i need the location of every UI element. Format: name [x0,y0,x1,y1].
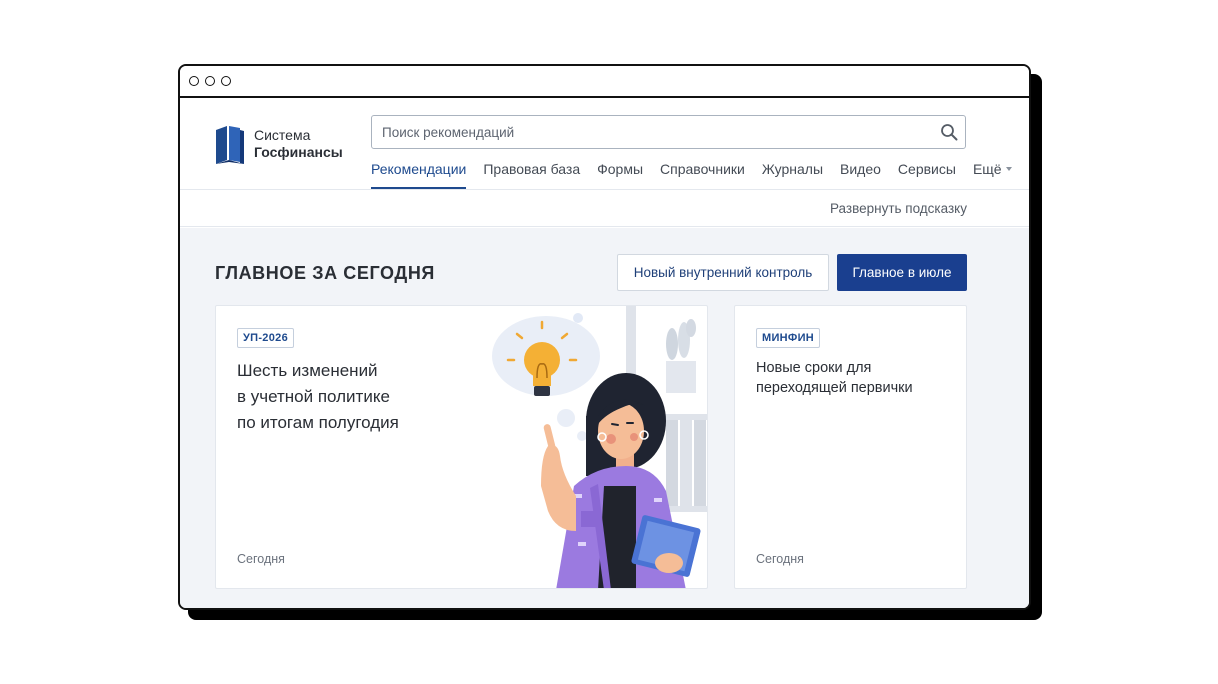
nav-more-label: Ещё [972,161,1002,177]
nav-item-more[interactable]: Ещё [973,161,1012,190]
search-box [371,115,966,149]
card-title[interactable]: Шесть изменений в учетной политике по ит… [237,358,457,436]
window-control-dot[interactable] [221,76,231,86]
nav-item-recommendations[interactable]: Рекомендации [371,161,467,190]
july-main-button[interactable]: Главное в июле [837,254,967,291]
main-content: ГЛАВНОЕ ЗА СЕГОДНЯ Новый внутренний конт… [180,228,1029,608]
nav-item-video[interactable]: Видео [840,161,881,190]
expand-hint-link[interactable]: Развернуть подсказку [830,201,967,216]
card-title-line: Шесть изменений [237,361,378,380]
chevron-down-icon [1005,167,1012,171]
card-title[interactable]: Новые сроки для переходящей первички [756,358,956,398]
card-date: Сегодня [756,552,804,566]
window-control-dot[interactable] [189,76,199,86]
section-title: ГЛАВНОЕ ЗА СЕГОДНЯ [215,263,435,283]
card-tag: МИНФИН [756,328,821,348]
card-date: Сегодня [237,552,285,566]
news-card[interactable]: МИНФИН Новые сроки для переходящей перви… [734,305,967,589]
card-title-line: в учетной политике [237,387,390,406]
logo-line-1: Система [254,127,311,143]
logo-text: Система Госфинансы [254,127,343,161]
site-header: Система Госфинансы Рекомендации Правовая… [180,98,1029,190]
woman-with-idea-illustration [492,306,707,588]
browser-window: Система Госфинансы Рекомендации Правовая… [178,64,1031,610]
window-control-dot[interactable] [205,76,215,86]
search-icon[interactable] [940,123,958,141]
search-input[interactable] [372,116,912,148]
logo-line-2: Госфинансы [254,144,343,160]
card-tag: УП-2026 [237,328,294,348]
nav-item-forms[interactable]: Формы [597,161,643,190]
nav-item-reference[interactable]: Справочники [660,161,745,190]
internal-control-button[interactable]: Новый внутренний контроль [617,254,829,291]
nav-item-journals[interactable]: Журналы [762,161,823,190]
news-card[interactable]: УП-2026 Шесть изменений в учетной полити… [215,305,708,589]
window-titlebar [180,66,1029,98]
site-logo[interactable]: Система Госфинансы [214,124,343,164]
card-title-line: по итогам полугодия [237,413,399,432]
hint-bar: Развернуть подсказку [180,190,1029,227]
book-logo-icon [216,126,244,164]
main-nav: Рекомендации Правовая база Формы Справоч… [371,161,1029,190]
nav-item-legal-base[interactable]: Правовая база [483,161,580,190]
nav-item-services[interactable]: Сервисы [898,161,956,190]
